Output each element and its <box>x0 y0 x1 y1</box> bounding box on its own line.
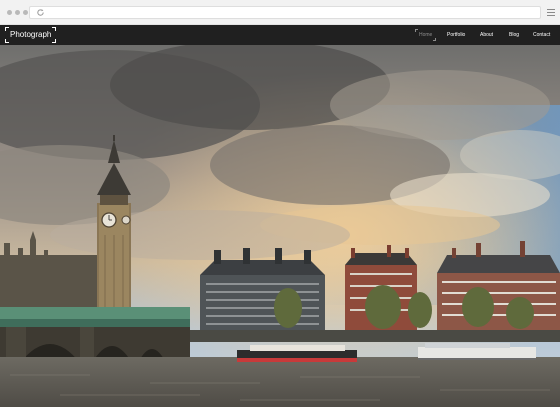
site-logo[interactable]: Photograph <box>5 27 57 43</box>
minimize-window-dot[interactable] <box>15 10 20 15</box>
hero-photo <box>0 45 560 407</box>
site-navbar: Photograph Home Portfolio About Blog Con… <box>0 25 560 45</box>
browser-toolbar <box>0 0 560 25</box>
nav-home-label: Home <box>419 32 433 38</box>
portcullis-house <box>200 248 325 335</box>
nav-contact-label: Contact <box>533 32 551 38</box>
address-bar[interactable] <box>29 6 541 19</box>
river-boat-red <box>237 345 357 362</box>
window-controls <box>7 10 28 15</box>
nav-about[interactable]: About <box>480 25 493 45</box>
nav-about-label: About <box>480 32 494 38</box>
close-window-dot[interactable] <box>7 10 12 15</box>
reload-icon[interactable] <box>36 8 45 17</box>
nav-contact[interactable]: Contact <box>533 25 550 45</box>
hamburger-menu-icon[interactable] <box>547 9 555 16</box>
london-skyline-image <box>0 45 560 407</box>
maximize-window-dot[interactable] <box>23 10 28 15</box>
nav-portfolio[interactable]: Portfolio <box>447 25 465 45</box>
nav-blog[interactable]: Blog <box>509 25 519 45</box>
nav-blog-label: Blog <box>509 32 520 38</box>
nav-portfolio-label: Portfolio <box>447 32 466 38</box>
nav-home[interactable]: Home <box>415 25 437 45</box>
site-logo-text: Photograph <box>10 30 52 39</box>
